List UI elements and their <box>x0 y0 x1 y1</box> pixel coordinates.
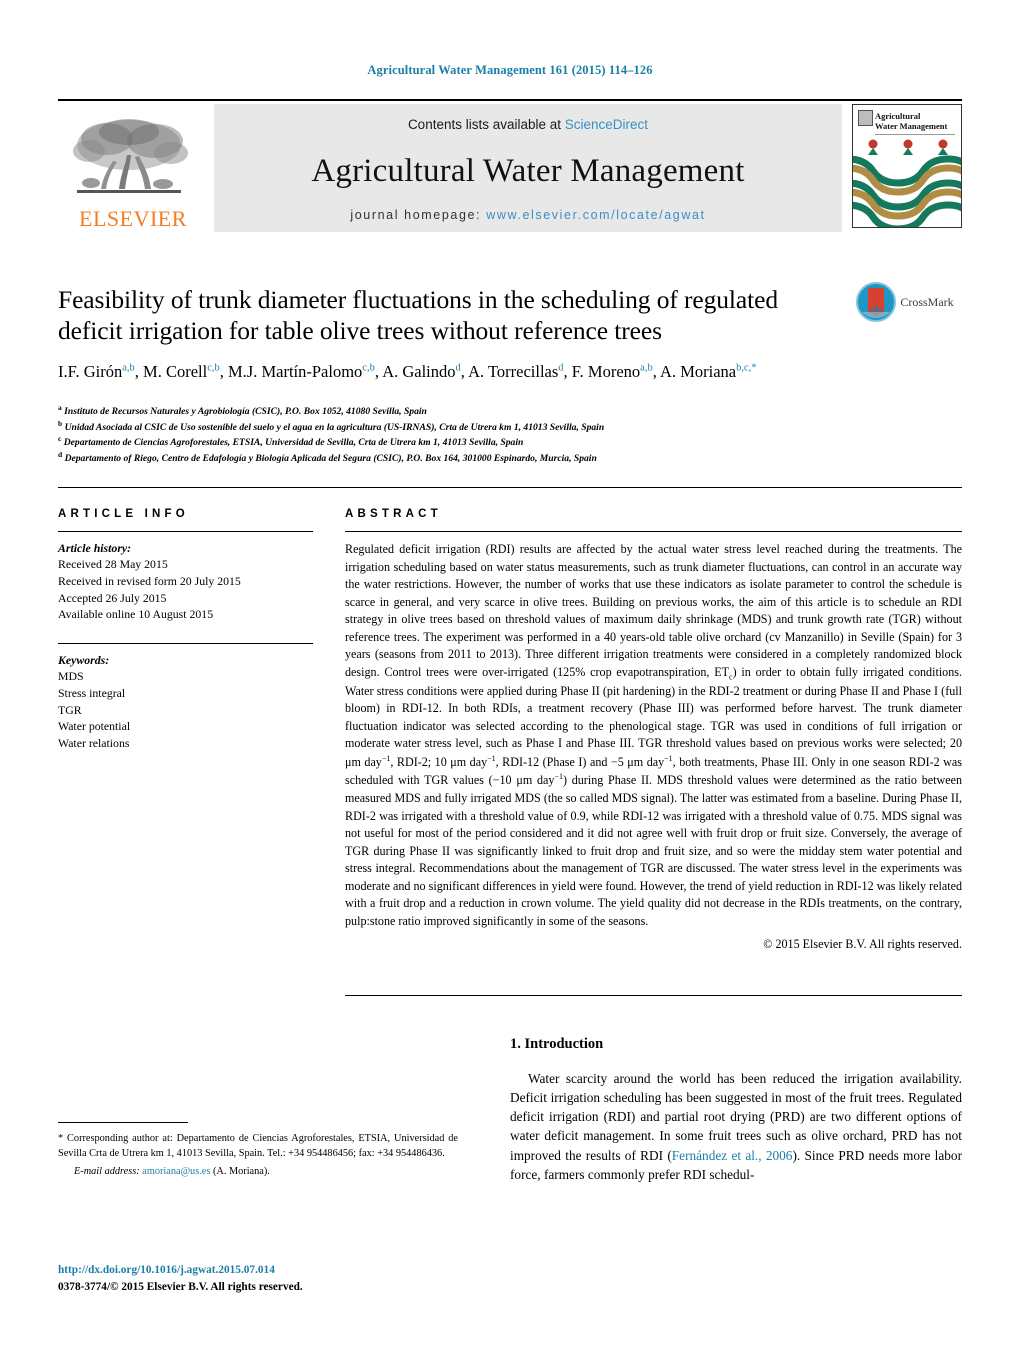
affiliation-item: a Instituto de Recursos Naturales y Agro… <box>58 402 427 417</box>
email-owner: (A. Moriana). <box>212 1166 270 1178</box>
affiliation-item: b Unidad Asociada al CSIC de Uso sosteni… <box>58 418 605 433</box>
elsevier-logo: ELSEVIER <box>58 104 208 232</box>
doi-block: http://dx.doi.org/10.1016/j.agwat.2015.0… <box>58 1262 478 1296</box>
author-affiliation-mark: c,b <box>207 362 220 374</box>
article-info-column: ARTICLE INFO Article history: Received 2… <box>58 508 313 752</box>
email-link[interactable]: amoriana@us.es <box>142 1166 210 1177</box>
abstract-heading: ABSTRACT <box>345 508 442 520</box>
corresponding-author-text: * Corresponding author at: Departamento … <box>58 1133 458 1160</box>
author-name: I.F. Girón <box>58 362 123 382</box>
sciencedirect-link[interactable]: ScienceDirect <box>565 117 648 132</box>
keyword-item: TGR <box>58 702 82 717</box>
keywords-block: Keywords: MDS Stress integral TGR Water pot… <box>58 643 313 752</box>
article-history-item: Accepted 26 July 2015 <box>58 590 167 605</box>
author-name: M. Corell <box>143 362 208 382</box>
crossmark-label: CrossMark <box>900 294 954 309</box>
author-affiliation-mark: d <box>455 362 461 374</box>
footnote-rule <box>58 1122 188 1123</box>
abstract-copyright: © 2015 Elsevier B.V. All rights reserved… <box>763 937 962 952</box>
cover-artwork <box>853 139 961 227</box>
page-title: Feasibility of trunk diameter fluctuatio… <box>58 285 778 346</box>
keyword-item: Stress integral <box>58 685 126 700</box>
article-info-rule <box>58 531 313 532</box>
abstract-paragraph: Regulated deficit irrigation (RDI) resul… <box>345 542 963 928</box>
affiliation-list: a Instituto de Recursos Naturales y Agro… <box>58 404 908 466</box>
keywords-rule <box>58 643 313 644</box>
author-name: A. Moriana <box>660 362 737 382</box>
info-section-top-rule <box>58 487 962 488</box>
article-history-label: Article history: <box>58 541 132 555</box>
affiliation-mark: d <box>58 449 63 459</box>
contents-available-line: Contents lists available at ScienceDirec… <box>408 117 648 132</box>
homepage-prefix: journal homepage: <box>350 208 487 222</box>
affiliation-mark: a <box>58 402 62 412</box>
abstract-bottom-rule <box>345 995 962 996</box>
introduction-paragraph: Water scarcity around the world has been… <box>510 1069 962 1184</box>
keyword-item: Water potential <box>58 719 131 734</box>
affiliation-mark: b <box>58 418 63 428</box>
author-affiliation-mark: b,c,* <box>736 362 757 374</box>
running-head: Agricultural Water Management 161 (2015)… <box>367 63 653 77</box>
article-info-heading: ARTICLE INFO <box>58 508 189 520</box>
journal-homepage-line: journal homepage: www.elsevier.com/locat… <box>350 208 705 222</box>
affiliation-item: d Departamento of Riego, Centro de Edafo… <box>58 449 597 464</box>
title-block: Feasibility of trunk diameter fluctuatio… <box>58 284 828 384</box>
author-affiliation-mark: c,b <box>362 362 375 374</box>
abstract-column: ABSTRACT Regulated deficit irrigation (R… <box>345 508 962 952</box>
journal-cover-thumbnail: Agricultural Water Management <box>852 104 962 228</box>
author-name: A. Torrecillas <box>468 362 559 382</box>
journal-homepage-link[interactable]: www.elsevier.com/locate/agwat <box>486 208 705 222</box>
keyword-item: MDS <box>58 669 84 683</box>
paper-page: Agricultural Water Management 161 (2015)… <box>0 0 1020 1351</box>
article-history-item: Available online 10 August 2015 <box>58 607 214 622</box>
author-list: I.F. Giróna,b, M. Corellc,b, M.J. Martín… <box>58 362 757 382</box>
article-history-item: Received in revised form 20 July 2015 <box>58 573 241 588</box>
introduction-section: 1. Introduction Water scarcity around th… <box>510 1036 962 1184</box>
contents-prefix: Contents lists available at <box>407 117 565 132</box>
cover-badge-icon <box>858 110 873 126</box>
author-name: M.J. Martín-Palomo <box>228 362 363 382</box>
corresponding-author-footnote: * Corresponding author at: Departamento … <box>58 1122 458 1177</box>
journal-title: Agricultural Water Management <box>311 152 745 189</box>
abstract-text: Regulated deficit irrigation (RDI) resul… <box>345 541 962 930</box>
affiliation-item: c Departamento de Ciencias Agroforestale… <box>58 433 524 449</box>
affiliation-mark: c <box>58 433 62 443</box>
article-history-item: Received 28 May 2015 <box>58 557 168 571</box>
crossmark-badge[interactable]: CrossMark <box>845 282 965 322</box>
author-affiliation-mark: d <box>558 362 564 374</box>
author-name: F. Moreno <box>571 362 641 382</box>
introduction-heading: 1. Introduction <box>510 1036 604 1052</box>
elsevier-tree-icon <box>73 119 188 193</box>
corresponding-email-line: E-mail address: amoriana@us.es (A. Moria… <box>58 1166 458 1177</box>
journal-masthead: ELSEVIER Contents lists available at Sci… <box>58 99 962 232</box>
abstract-rule <box>345 531 962 532</box>
doi-link[interactable]: http://dx.doi.org/10.1016/j.agwat.2015.0… <box>58 1262 478 1279</box>
author-name: A. Galindo <box>382 362 456 382</box>
article-history-list: Received 28 May 2015 Received in revised … <box>58 556 313 623</box>
citation-link-fernandez-2006[interactable]: Fernández et al., 2006 <box>672 1148 793 1163</box>
author-affiliation-mark: a,b <box>640 362 653 374</box>
elsevier-wordmark: ELSEVIER <box>79 206 187 231</box>
crossmark-icon <box>856 282 897 322</box>
keywords-list: MDS Stress integral TGR Water potential Wate… <box>58 668 313 752</box>
email-label: E-mail address: <box>74 1166 140 1178</box>
author-affiliation-mark: a,b <box>122 362 135 374</box>
keywords-label: Keywords: <box>58 653 110 667</box>
cover-journal-title: Agricultural Water Management <box>875 111 948 132</box>
masthead-center-panel: Contents lists available at ScienceDirec… <box>214 104 842 232</box>
keyword-item: Water relations <box>58 736 130 750</box>
issn-copyright-line: 0378-3774/© 2015 Elsevier B.V. All right… <box>58 1280 303 1293</box>
